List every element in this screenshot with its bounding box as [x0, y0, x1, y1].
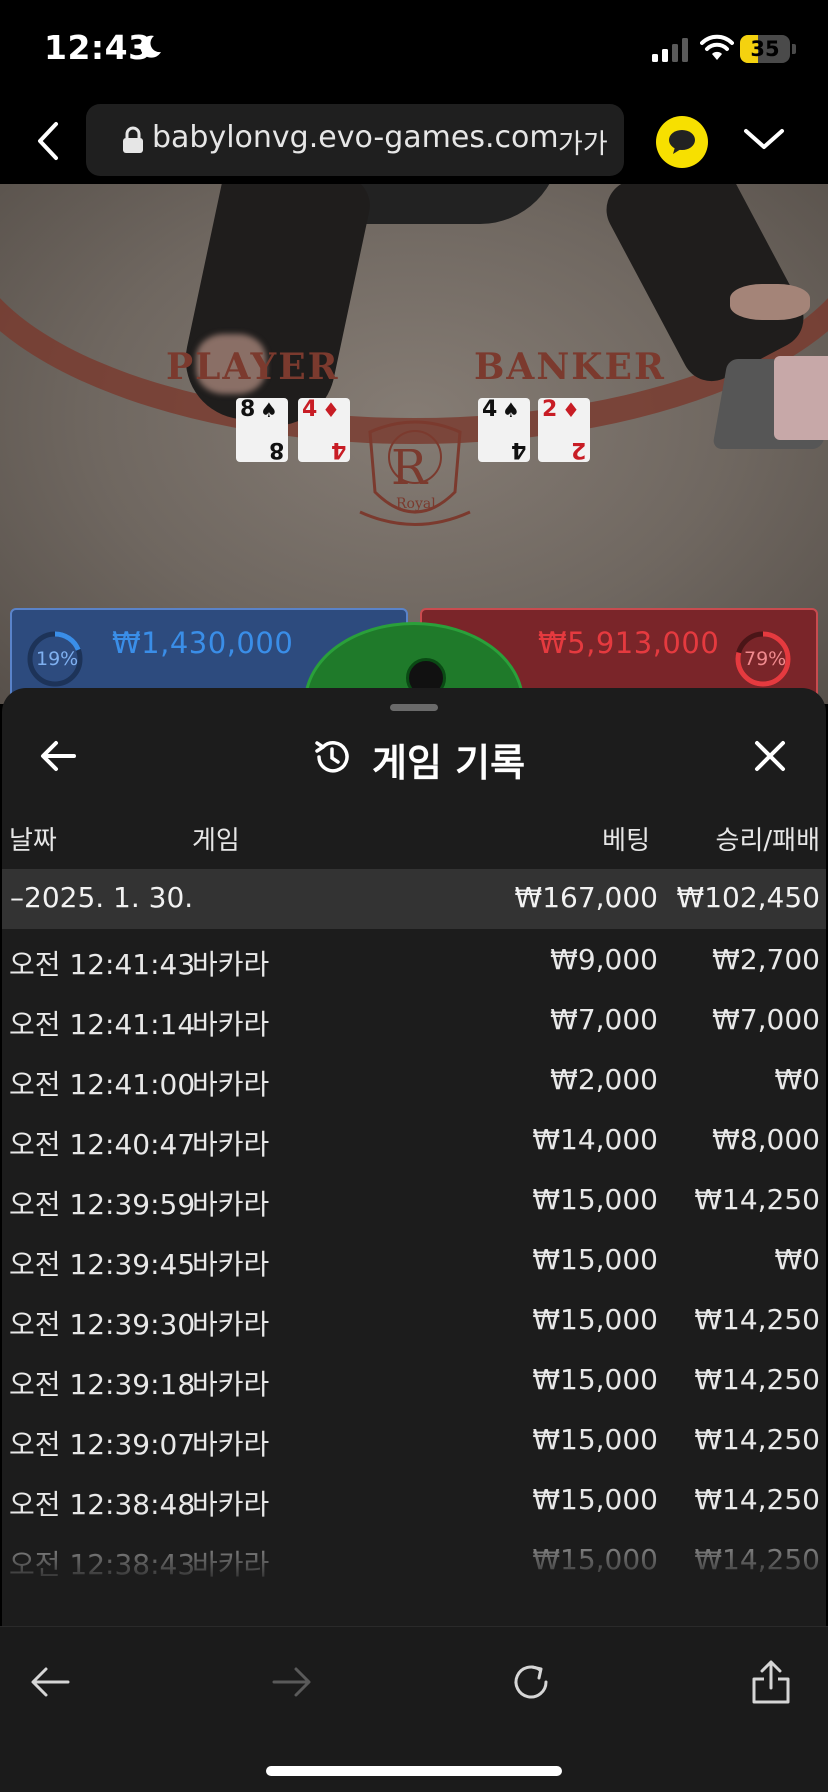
player-label: PLAYER — [166, 346, 340, 388]
text-size-button[interactable]: 가가 — [558, 122, 608, 161]
moon-icon — [140, 35, 161, 58]
row-game: 바카라 — [192, 1308, 270, 1341]
row-time: 오전 12:39:18 — [9, 1368, 196, 1401]
game-history-sheet: 게임 기록 날짜 게임 베팅 승리/패배 –2025. 1. 30. ₩167,… — [2, 688, 826, 1628]
player-card: 8 ♠ 8 — [236, 398, 288, 462]
wifi-icon — [700, 34, 734, 60]
row-time: 오전 12:39:07 — [9, 1428, 196, 1461]
cellular-signal-icon — [652, 38, 688, 62]
battery-percent: 35 — [750, 37, 780, 61]
row-time: 오전 12:41:14 — [9, 1008, 196, 1041]
row-bet: ₩15,000 — [532, 1483, 658, 1516]
sheet-title: 게임 기록 — [372, 741, 526, 785]
kakaotalk-button[interactable] — [656, 116, 708, 168]
home-indicator[interactable] — [266, 1766, 562, 1776]
row-win-loss: ₩8,000 — [712, 1123, 820, 1156]
row-time: 오전 12:39:45 — [9, 1248, 196, 1281]
row-game: 바카라 — [192, 1008, 270, 1041]
row-win-loss: ₩0 — [774, 1063, 821, 1096]
row-game: 바카라 — [192, 1128, 270, 1161]
history-row[interactable]: 오전 12:41:00 바카라 ₩2,000 ₩0 — [2, 1049, 826, 1109]
history-row[interactable]: 오전 12:39:59 바카라 ₩15,000 ₩14,250 — [2, 1169, 826, 1229]
row-win-loss: ₩14,250 — [694, 1423, 820, 1456]
history-icon — [315, 741, 349, 773]
row-time: 오전 12:41:00 — [9, 1068, 196, 1101]
row-win-loss: ₩14,250 — [694, 1303, 820, 1336]
row-time: 오전 12:41:43 — [9, 948, 196, 981]
history-row[interactable]: 오전 12:39:07 바카라 ₩15,000 ₩14,250 — [2, 1409, 826, 1469]
close-icon[interactable] — [750, 736, 790, 776]
player-card: 4 ♦ 4 — [298, 398, 350, 462]
row-bet: ₩15,000 — [532, 1183, 658, 1216]
history-row[interactable]: 오전 12:39:30 바카라 ₩15,000 ₩14,250 — [2, 1289, 826, 1349]
row-game: 바카라 — [192, 1188, 270, 1221]
row-win-loss: ₩14,250 — [694, 1483, 820, 1516]
summary-date: –2025. 1. 30. — [10, 881, 194, 914]
history-row[interactable]: 오전 12:39:45 바카라 ₩15,000 ₩0 — [2, 1229, 826, 1289]
sheet-grabber[interactable] — [390, 704, 438, 711]
banker-card: 4 ♠ 4 — [478, 398, 530, 462]
row-time: 오전 12:39:59 — [9, 1188, 196, 1221]
lock-icon — [123, 126, 143, 153]
live-game-video[interactable]: PLAYER BANKER 8 ♠ 8 4 ♦ 4 4 ♠ 4 2 ♦ 2 R Royal 19… — [0, 184, 828, 704]
row-win-loss: ₩2,700 — [712, 943, 820, 976]
player-bet-amount: ₩1,430,000 — [112, 626, 294, 660]
history-row[interactable]: 오전 12:39:18 바카라 ₩15,000 ₩14,250 — [2, 1349, 826, 1409]
back-chevron-icon[interactable] — [30, 118, 66, 164]
row-bet: ₩15,000 — [532, 1243, 658, 1276]
history-list[interactable]: 오전 12:41:43 바카라 ₩9,000 ₩2,700 오전 12:41:14 바카라… — [2, 929, 826, 1589]
summary-win-loss: ₩102,450 — [676, 881, 820, 914]
row-win-loss: ₩14,250 — [694, 1183, 820, 1216]
row-time: 오전 12:40:47 — [9, 1128, 196, 1161]
row-bet: ₩15,000 — [532, 1303, 658, 1336]
column-header-win-loss: 승리/패배 — [715, 826, 820, 856]
history-row[interactable]: 오전 12:41:14 바카라 ₩7,000 ₩7,000 — [2, 989, 826, 1049]
column-header-game: 게임 — [192, 826, 240, 856]
player-percent: 19% — [36, 648, 79, 670]
share-icon[interactable] — [746, 1657, 796, 1707]
chevron-down-icon[interactable] — [742, 124, 786, 154]
row-time: 오전 12:39:30 — [9, 1308, 196, 1341]
row-win-loss: ₩7,000 — [712, 1003, 820, 1036]
row-bet: ₩15,000 — [532, 1423, 658, 1456]
row-game: 바카라 — [192, 1428, 270, 1461]
browser-address-row: babylonvg.evo-games.com 가가 — [0, 100, 828, 184]
banker-label: BANKER — [474, 346, 666, 388]
reload-icon[interactable] — [506, 1657, 556, 1707]
battery-icon: 35 — [740, 35, 790, 63]
row-win-loss: ₩14,250 — [694, 1363, 820, 1396]
logo-word: Royal — [396, 496, 436, 512]
summary-bet: ₩167,000 — [514, 881, 658, 914]
row-bet: ₩14,000 — [532, 1123, 658, 1156]
status-bar: 12:43 35 — [0, 0, 828, 100]
banker-percent: 79% — [744, 648, 787, 670]
column-header-bet: 베팅 — [602, 826, 650, 856]
banker-card: 2 ♦ 2 — [538, 398, 590, 462]
battery-indicator: 35 — [740, 35, 796, 63]
row-game: 바카라 — [192, 1368, 270, 1401]
row-bet: ₩2,000 — [550, 1063, 658, 1096]
row-game: 바카라 — [192, 1488, 270, 1521]
logo-letter: R — [391, 440, 428, 496]
address-bar[interactable]: babylonvg.evo-games.com 가가 — [86, 104, 624, 176]
row-bet: ₩7,000 — [550, 1003, 658, 1036]
back-arrow-icon[interactable] — [26, 1657, 76, 1707]
arrow-left-icon[interactable] — [38, 736, 78, 776]
row-game: 바카라 — [192, 948, 270, 981]
column-header-date: 날짜 — [9, 826, 57, 856]
url-text: babylonvg.evo-games.com — [152, 120, 559, 155]
date-summary-row[interactable]: –2025. 1. 30. ₩167,000 ₩102,450 — [2, 869, 826, 929]
forward-arrow-icon[interactable] — [266, 1657, 316, 1707]
row-time: 오전 12:38:48 — [9, 1488, 196, 1521]
kakaotalk-icon — [669, 130, 695, 154]
banker-bet-amount: ₩5,913,000 — [538, 626, 720, 660]
history-row[interactable]: 오전 12:40:47 바카라 ₩14,000 ₩8,000 — [2, 1109, 826, 1169]
row-win-loss: ₩0 — [774, 1243, 821, 1276]
row-game: 바카라 — [192, 1248, 270, 1281]
row-bet: ₩15,000 — [532, 1363, 658, 1396]
row-bet: ₩9,000 — [550, 943, 658, 976]
row-game: 바카라 — [192, 1068, 270, 1101]
history-row[interactable]: 오전 12:41:43 바카라 ₩9,000 ₩2,700 — [2, 929, 826, 989]
